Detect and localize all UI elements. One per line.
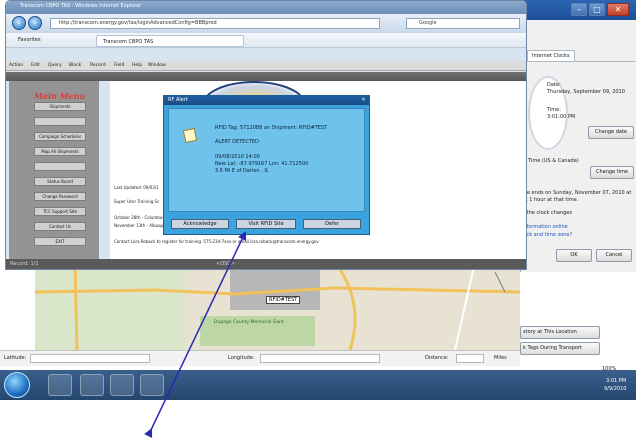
time-value: 3:01:00 PM — [547, 114, 576, 120]
map-roads — [35, 262, 520, 350]
info-link[interactable]: information online — [522, 224, 568, 230]
coordinates-bar: Latitude: Longitude: Distance: Miles — [0, 350, 520, 366]
miles-label: Miles — [494, 355, 507, 361]
time-label: Time: — [547, 107, 561, 113]
ie-titlebar: Transcom CBPO TAS - Windows Internet Exp… — [6, 1, 526, 14]
blank-button-2[interactable] — [34, 162, 86, 171]
window-taskbar-icon[interactable] — [140, 374, 164, 396]
acknowledge-button[interactable]: Acknowledge — [171, 219, 229, 229]
longitude-field[interactable] — [260, 354, 380, 363]
screen: – □ ✕ Internet Clocks Date: Thursday, Se… — [0, 0, 636, 438]
cancel-button[interactable]: Cancel — [596, 249, 632, 262]
dst-text-2: ck 1 hour at that time. — [522, 197, 579, 203]
browser-tab-label: Transcom CBPO TAS — [103, 39, 154, 45]
minimize-button[interactable]: – — [571, 3, 587, 16]
menu-record[interactable]: Record — [90, 63, 106, 68]
menu-query[interactable]: Query — [48, 63, 62, 68]
search-input[interactable]: Google — [406, 18, 520, 29]
change-password-button[interactable]: Change Password — [34, 192, 86, 201]
rfid-tag-line: RFID Tag: 5712088 on Shipment: RFID#TEST — [215, 125, 328, 131]
date-value: Thursday, September 09, 2010 — [547, 89, 625, 95]
zoom-level[interactable]: 100% — [602, 366, 616, 372]
blank-button-1[interactable] — [34, 117, 86, 126]
map-park-label: Dupage County Memorial Gard — [214, 320, 284, 325]
latitude-field[interactable] — [30, 354, 150, 363]
map-canvas[interactable] — [35, 262, 520, 350]
ok-button[interactable]: OK — [556, 249, 592, 262]
address-bar[interactable]: http://transcom.energy.gov/tas/loginAdva… — [50, 18, 380, 29]
alert-location-line: 3.6 Mi E of Darien , IL — [215, 168, 269, 174]
map-rfid-label[interactable]: RFID#TEST — [266, 296, 301, 304]
visit-rfid-site-button[interactable]: Visit RFID Site — [236, 219, 296, 229]
favorites-button[interactable]: Favorites — [18, 37, 41, 43]
ie-title: Transcom CBPO TAS - Windows Internet Exp… — [20, 3, 142, 9]
last-updated-text: Last Updated: 09/03/1 — [114, 185, 159, 190]
date-label: Date: — [547, 82, 561, 88]
shipments-button[interactable]: Shipments — [34, 102, 86, 111]
rf-alert-body: RFID Tag: 5712088 on Shipment: RFID#TEST… — [168, 108, 365, 212]
distance-field[interactable] — [456, 354, 484, 363]
tray-time: 3:01 PM — [606, 378, 627, 384]
app-status-bar: Record: 1/1 <OSC> — [6, 259, 526, 269]
close-icon[interactable]: ✕ — [360, 97, 367, 104]
back-icon[interactable]: ‹ — [12, 16, 26, 30]
app-menubar: Action Edit Query Block Record Field Hel… — [6, 61, 526, 71]
help-link[interactable]: lock and time zone? — [522, 232, 572, 238]
maximize-button[interactable]: □ — [589, 3, 605, 16]
defer-button[interactable]: Defer — [303, 219, 361, 229]
clock-tabs: Internet Clocks — [521, 50, 636, 62]
forward-icon[interactable]: › — [28, 16, 42, 30]
alert-datetime-line: 09/08/2010 14:00 — [215, 154, 260, 160]
change-date-button[interactable]: Change date — [588, 126, 634, 139]
start-button-icon[interactable] — [4, 372, 30, 398]
change-timezone-button[interactable]: Change time — [590, 166, 634, 179]
rf-alert-title: RF Alert — [168, 97, 188, 103]
favorites-bar: Favorites Transcom CBPO TAS — [6, 33, 526, 48]
alert-coordinates-line: New Lat: -87.979167 Lon: 41.712500 — [215, 161, 309, 167]
menu-field[interactable]: Field — [114, 63, 124, 68]
tcc-support-site-button[interactable]: TCC Support Site — [34, 207, 86, 216]
notify-text: n the clock changes — [522, 210, 572, 216]
record-status: Record: 1/1 — [10, 261, 39, 267]
menu-edit[interactable]: Edit — [31, 63, 40, 68]
campaign-schedules-button[interactable]: Campaign Schedules — [34, 132, 86, 141]
rf-alert-dialog: RF Alert ✕ RFID Tag: 5712088 on Shipment… — [163, 95, 370, 235]
menu-help[interactable]: Help — [132, 63, 142, 68]
main-menu-title: Main Menu — [34, 91, 86, 101]
latitude-label: Latitude: — [4, 355, 27, 361]
note-icon — [182, 127, 198, 144]
timezone-text: al Time (US & Canada) — [522, 158, 579, 164]
rf-alert-titlebar: RF Alert ✕ — [164, 96, 369, 105]
training-text: Super User Training Sc — [114, 199, 160, 204]
distance-label: Distance: — [425, 355, 449, 361]
alert-detected-line: ALERT DETECTED — [215, 139, 259, 145]
menu-block[interactable]: Block — [69, 63, 81, 68]
dst-text: me ends on Sunday, November 07, 2010 at — [522, 190, 632, 196]
terminal-taskbar-icon[interactable] — [80, 374, 104, 396]
browser-tab[interactable]: Transcom CBPO TAS — [96, 35, 244, 47]
app-taskbar-icon[interactable] — [110, 374, 134, 396]
app-inner-titlebar — [6, 72, 526, 81]
tags-transport-button[interactable]: k Tags During Transport — [520, 342, 600, 355]
tab-internet-clocks[interactable]: Internet Clocks — [527, 50, 575, 61]
menu-action[interactable]: Action — [9, 63, 23, 68]
contact-us-button[interactable]: Contact Us — [34, 222, 86, 231]
close-button[interactable]: ✕ — [607, 3, 629, 16]
history-location-button[interactable]: story at This Location — [520, 326, 600, 339]
exit-button[interactable]: EXIT — [34, 237, 86, 246]
longitude-label: Longitude: — [228, 355, 255, 361]
map-all-shipments-button[interactable]: Map All Shipments — [34, 147, 86, 156]
tray-date: 9/9/2010 — [604, 386, 627, 392]
contact-text: Contact Lora Roback to register for trai… — [114, 239, 319, 244]
osc-status: <OSC> — [216, 261, 235, 267]
menu-window[interactable]: Window — [148, 63, 166, 68]
status-board-button[interactable]: Status Board — [34, 177, 86, 186]
ie-taskbar-icon[interactable] — [48, 374, 72, 396]
